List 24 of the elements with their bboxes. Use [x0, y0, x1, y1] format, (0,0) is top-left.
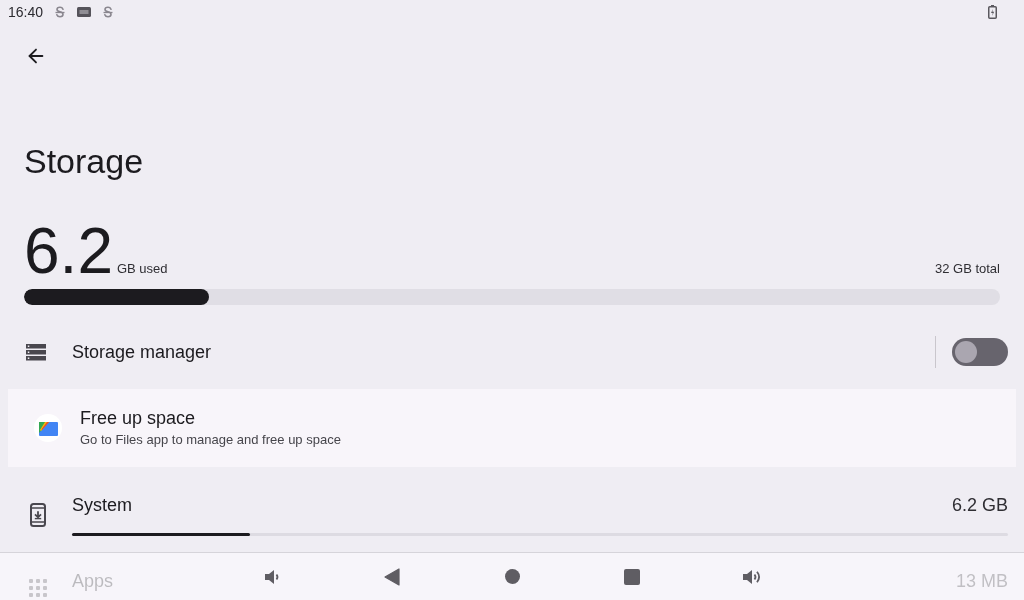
- speaker-icon: [263, 567, 281, 586]
- used-amount: 6.2: [24, 219, 113, 283]
- back-triangle-icon: [384, 567, 400, 586]
- files-app-icon: [34, 414, 62, 442]
- storage-manager-label: Storage manager: [72, 340, 213, 364]
- category-size: 6.2 GB: [951, 494, 1008, 517]
- notification-icon: [55, 5, 66, 19]
- phone-download-icon: [30, 503, 46, 527]
- badge-icon: [77, 7, 92, 17]
- total-capacity: 32 GB total: [934, 260, 1000, 278]
- battery-charging-icon: [988, 5, 997, 19]
- recents-square-icon: [624, 568, 640, 585]
- speaker-loud-icon: [742, 567, 762, 586]
- status-time: 16:40: [8, 5, 44, 19]
- used-unit: GB used: [116, 260, 168, 278]
- notification-icon: [103, 5, 114, 19]
- storage-manager-toggle[interactable]: [952, 338, 1008, 366]
- page-title: Storage: [24, 141, 144, 181]
- free-up-space-title: Free up space: [80, 407, 197, 430]
- storage-list-icon: [26, 343, 46, 361]
- free-up-space-card[interactable]: Free up space Go to Files app to manage and free up space: [8, 389, 1016, 467]
- free-up-space-subtitle: Go to Files app to manage and free up space: [80, 431, 341, 449]
- category-label: System: [72, 494, 132, 517]
- home-circle-icon: [504, 569, 520, 584]
